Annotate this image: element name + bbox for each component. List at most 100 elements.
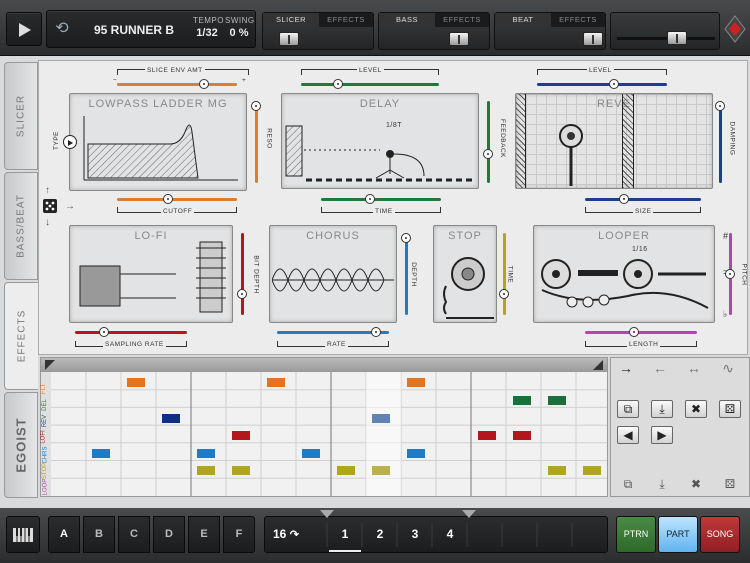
row-label-chrs: CHRS <box>42 446 49 464</box>
chorus-depth-slider[interactable] <box>405 233 408 315</box>
pattern-d[interactable]: D <box>153 516 185 553</box>
clear-button[interactable]: ✖ <box>685 400 707 418</box>
chorus-rate-handle[interactable] <box>371 327 381 337</box>
beat-tab[interactable]: BEAT <box>495 13 551 27</box>
paste-icon[interactable]: ⤓ <box>651 476 673 494</box>
stop-time-handle[interactable] <box>499 289 509 299</box>
slice-env-handle[interactable] <box>199 79 209 89</box>
reso-handle[interactable] <box>251 101 261 111</box>
grid-cell[interactable] <box>372 466 390 475</box>
slice-env-slider[interactable] <box>117 83 237 86</box>
grid-cell[interactable] <box>232 431 250 440</box>
reverb-level-handle[interactable] <box>609 79 619 89</box>
arrow-both-icon[interactable]: ↔ <box>683 360 705 378</box>
tab-effects[interactable]: EFFECTS <box>4 282 38 390</box>
pattern-f[interactable]: F <box>223 516 255 553</box>
reverb-size-handle[interactable] <box>619 194 629 204</box>
grid-cell[interactable] <box>548 396 566 405</box>
slicer-tab[interactable]: SLICER <box>263 13 319 27</box>
tempo-value[interactable]: 1/32 <box>191 27 223 39</box>
play-button[interactable] <box>6 12 42 46</box>
grid-cell[interactable] <box>407 449 425 458</box>
grid-cell[interactable] <box>372 414 390 423</box>
grid-cell[interactable] <box>127 378 145 387</box>
arrow-left-icon[interactable]: ← <box>649 360 671 378</box>
slicer-effects-tab[interactable]: EFFECTS <box>319 13 373 27</box>
grid-cell[interactable] <box>267 378 285 387</box>
arrow-right-icon[interactable]: → <box>615 360 637 378</box>
filter-type-button[interactable] <box>63 135 77 149</box>
loop-start-marker-icon[interactable] <box>320 510 334 518</box>
bit-depth-slider[interactable] <box>241 233 244 315</box>
master-volume-knob[interactable] <box>667 31 687 45</box>
dice-icon[interactable]: ⚄ <box>719 476 741 494</box>
grid-cell[interactable] <box>478 431 496 440</box>
grid-cell[interactable] <box>197 466 215 475</box>
clear-icon[interactable]: ✖ <box>685 476 707 494</box>
grid-cell[interactable] <box>513 396 531 405</box>
grid-cell[interactable] <box>197 449 215 458</box>
feedback-handle[interactable] <box>483 149 493 159</box>
grid-cell[interactable] <box>232 466 250 475</box>
copy-icon[interactable]: ⧉ <box>617 476 639 494</box>
looper-length-label: LENGTH <box>627 341 661 348</box>
damping-handle[interactable] <box>715 101 725 111</box>
swing-value[interactable]: 0 % <box>225 27 253 39</box>
song-cycle-icon[interactable]: ⟲ <box>51 17 73 43</box>
pattern-b[interactable]: B <box>83 516 115 553</box>
mode-part[interactable]: PART <box>658 516 698 553</box>
song-display[interactable]: ⟲ 95 RUNNER B TEMPO 1/32 SWING 0 % <box>46 10 256 48</box>
paste-button[interactable]: ⤓ <box>651 400 673 418</box>
delay-level-handle[interactable] <box>333 79 343 89</box>
cutoff-handle[interactable] <box>163 194 173 204</box>
master-section <box>610 12 720 50</box>
grid-cell[interactable] <box>162 414 180 423</box>
sequence-grid[interactable]: LOOP STOP CHRS LOFI REV DEL FLT <box>40 357 608 497</box>
delay-level-slider[interactable] <box>301 83 439 86</box>
dice-icon[interactable] <box>43 199 57 213</box>
feedback-slider[interactable] <box>487 101 490 183</box>
pattern-e[interactable]: E <box>188 516 220 553</box>
sampling-rate-handle[interactable] <box>99 327 109 337</box>
mode-ptrn[interactable]: PTRN <box>616 516 656 553</box>
previous-button[interactable]: ◀ <box>617 426 639 444</box>
delay-time-handle[interactable] <box>365 194 375 204</box>
random-wave-icon[interactable]: ∿ <box>717 360 739 378</box>
delay-time-slider[interactable] <box>321 198 441 201</box>
tab-slicer[interactable]: SLICER <box>4 62 38 170</box>
settings-icon[interactable] <box>724 14 746 44</box>
reso-slider[interactable] <box>255 101 258 183</box>
grid-cell[interactable] <box>337 466 355 475</box>
grid-cell[interactable] <box>548 466 566 475</box>
pattern-a[interactable]: A <box>48 516 80 553</box>
looper-length-slider[interactable] <box>585 331 697 334</box>
grid-cell[interactable] <box>407 378 425 387</box>
slicer-volume-knob[interactable] <box>279 32 299 46</box>
grid-cell[interactable] <box>513 431 531 440</box>
chorus-depth-handle[interactable] <box>401 233 411 243</box>
looper-length-handle[interactable] <box>629 327 639 337</box>
grid-cell[interactable] <box>583 466 601 475</box>
beat-effects-tab[interactable]: EFFECTS <box>551 13 605 27</box>
tab-bass-beat[interactable]: BASS/BEAT <box>4 172 38 280</box>
randomize-button[interactable]: ⚄ <box>719 400 741 418</box>
beat-volume-knob[interactable] <box>583 32 603 46</box>
reverb-size-slider[interactable] <box>585 198 701 201</box>
reverb-level-slider[interactable] <box>537 83 667 86</box>
mode-song[interactable]: SONG <box>700 516 740 553</box>
bass-tab[interactable]: BASS <box>379 13 435 27</box>
bass-effects-tab[interactable]: EFFECTS <box>435 13 489 27</box>
grid-cell[interactable] <box>92 449 110 458</box>
keyboard-button[interactable] <box>6 516 40 553</box>
pitch-handle[interactable] <box>725 269 735 279</box>
bit-depth-handle[interactable] <box>237 289 247 299</box>
cutoff-slider[interactable] <box>117 198 237 201</box>
grid-cell[interactable] <box>302 449 320 458</box>
loop-end-marker-icon[interactable] <box>462 510 476 518</box>
pattern-c[interactable]: C <box>118 516 150 553</box>
sampling-rate-slider[interactable] <box>75 331 187 334</box>
bass-volume-knob[interactable] <box>449 32 469 46</box>
copy-button[interactable]: ⧉ <box>617 400 639 418</box>
damping-slider[interactable] <box>719 101 722 183</box>
next-button[interactable]: ▶ <box>651 426 673 444</box>
